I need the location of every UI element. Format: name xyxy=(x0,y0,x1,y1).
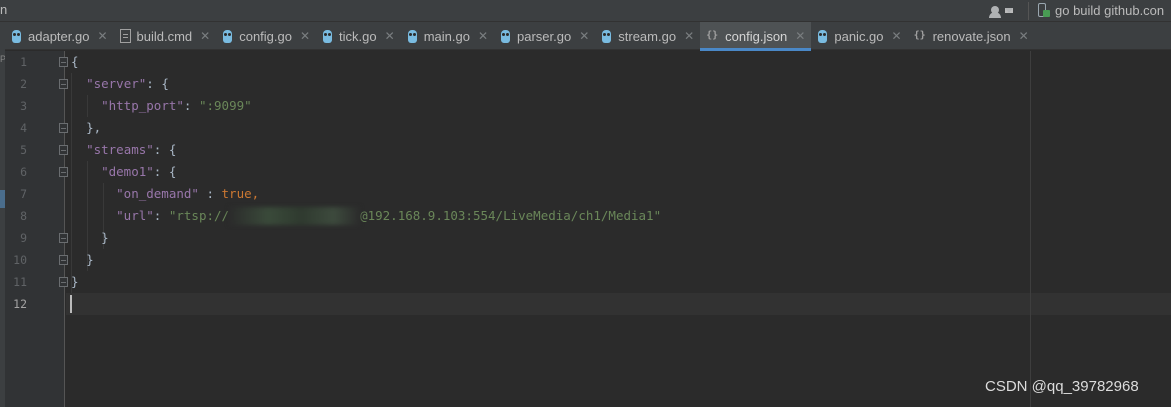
tab-main-go[interactable]: main.go ✕ xyxy=(401,22,494,50)
close-icon[interactable]: ✕ xyxy=(300,29,310,43)
go-file-icon xyxy=(601,29,612,44)
toolbar-clipped-text: n xyxy=(0,2,8,17)
line-number-current: 12 xyxy=(13,297,27,311)
tab-config-go[interactable]: config.go ✕ xyxy=(216,22,316,50)
tab-renovate-json[interactable]: {} renovate.json ✕ xyxy=(908,22,1035,50)
line-number: 3 xyxy=(20,99,27,113)
line-number: 5 xyxy=(20,143,27,157)
right-margin-guide xyxy=(1030,51,1031,407)
close-icon[interactable]: ✕ xyxy=(892,29,902,43)
go-file-icon xyxy=(11,29,22,44)
go-file-icon xyxy=(817,29,828,44)
fold-toggle-icon[interactable] xyxy=(59,167,68,177)
fold-end-icon[interactable] xyxy=(59,255,68,265)
fold-toggle-icon[interactable] xyxy=(59,57,68,67)
current-line-highlight xyxy=(66,293,1171,315)
code-line-1: { xyxy=(71,54,79,69)
tab-label: renovate.json xyxy=(932,28,1011,44)
tab-stream-go[interactable]: stream.go ✕ xyxy=(595,22,700,50)
text-caret xyxy=(70,295,72,313)
fold-end-icon[interactable] xyxy=(59,233,68,243)
toolbar-separator xyxy=(1028,2,1029,20)
tab-label: config.json xyxy=(725,28,788,44)
tab-parser-go[interactable]: parser.go ✕ xyxy=(494,22,595,50)
tab-label: panic.go xyxy=(834,28,884,44)
editor-gutter: 1 2 3 4 5 6 7 8 9 10 11 12 xyxy=(5,51,68,407)
editor-tab-bar: adapter.go ✕ build.cmd ✕ config.go ✕ tic… xyxy=(5,22,1171,51)
fold-end-icon[interactable] xyxy=(59,277,68,287)
line-number: 4 xyxy=(20,121,27,135)
code-line-4: }, xyxy=(86,120,102,135)
top-toolbar: n go build github.con xyxy=(0,0,1171,22)
go-file-icon xyxy=(407,29,418,44)
code-line-6: "demo1": { xyxy=(101,164,177,179)
tab-panic-go[interactable]: panic.go ✕ xyxy=(811,22,907,50)
close-icon[interactable]: ✕ xyxy=(385,29,395,43)
tab-tick-go[interactable]: tick.go ✕ xyxy=(316,22,401,50)
tab-label: build.cmd xyxy=(136,28,193,44)
line-number: 11 xyxy=(13,275,27,289)
tab-build-cmd[interactable]: build.cmd ✕ xyxy=(114,22,217,50)
run-configuration-selector[interactable]: go build github.con xyxy=(1036,0,1164,20)
code-line-2: "server": { xyxy=(86,76,169,91)
code-editor[interactable]: 1 2 3 4 5 6 7 8 9 10 11 12 { "server": {… xyxy=(5,51,1171,407)
tab-label: tick.go xyxy=(339,28,377,44)
tab-label: parser.go xyxy=(517,28,572,44)
tab-label: adapter.go xyxy=(28,28,90,44)
close-icon[interactable]: ✕ xyxy=(579,29,589,43)
text-file-icon xyxy=(119,29,131,43)
close-icon[interactable]: ✕ xyxy=(97,29,107,43)
watermark: CSDN @qq_39782968 xyxy=(985,378,1139,395)
go-file-icon xyxy=(322,29,333,44)
fold-end-icon[interactable] xyxy=(59,123,68,133)
tab-label: main.go xyxy=(423,28,470,44)
code-line-8: "url": "rtsp://@192.168.9.103:554/LiveMe… xyxy=(116,206,662,225)
code-line-10: } xyxy=(86,252,94,267)
go-file-icon xyxy=(222,29,233,44)
fold-toggle-icon[interactable] xyxy=(59,79,68,89)
line-number: 9 xyxy=(20,231,27,245)
fold-toggle-icon[interactable] xyxy=(59,145,68,155)
line-number: 10 xyxy=(13,253,27,267)
code-line-9: } xyxy=(101,230,109,245)
close-icon[interactable]: ✕ xyxy=(478,29,488,43)
close-icon[interactable]: ✕ xyxy=(684,29,694,43)
close-icon[interactable]: ✕ xyxy=(200,29,210,43)
tab-label: config.go xyxy=(239,28,292,44)
json-file-icon: {} xyxy=(913,30,926,41)
chevron-down-icon xyxy=(1005,8,1013,13)
code-line-5: "streams": { xyxy=(86,142,177,157)
line-number: 7 xyxy=(20,187,27,201)
tab-adapter-go[interactable]: adapter.go ✕ xyxy=(5,22,114,50)
go-build-icon xyxy=(1036,2,1050,18)
line-number: 6 xyxy=(20,165,27,179)
line-number: 1 xyxy=(20,55,27,69)
tab-config-json[interactable]: {} config.json ✕ xyxy=(700,22,812,51)
tab-label: stream.go xyxy=(618,28,677,44)
code-line-7: "on_demand" : true, xyxy=(116,186,260,201)
json-file-icon: {} xyxy=(706,30,719,41)
go-file-icon xyxy=(500,29,511,44)
code-line-11: } xyxy=(71,274,79,289)
close-icon[interactable]: ✕ xyxy=(1019,29,1029,43)
user-account-button[interactable] xyxy=(988,2,1018,20)
line-number: 2 xyxy=(20,77,27,91)
run-configuration-label: go build github.con xyxy=(1055,2,1165,18)
redacted-credentials xyxy=(229,206,361,225)
line-number: 8 xyxy=(20,209,27,223)
close-icon[interactable]: ✕ xyxy=(795,29,805,43)
code-line-3: "http_port": ":9099" xyxy=(101,98,252,113)
